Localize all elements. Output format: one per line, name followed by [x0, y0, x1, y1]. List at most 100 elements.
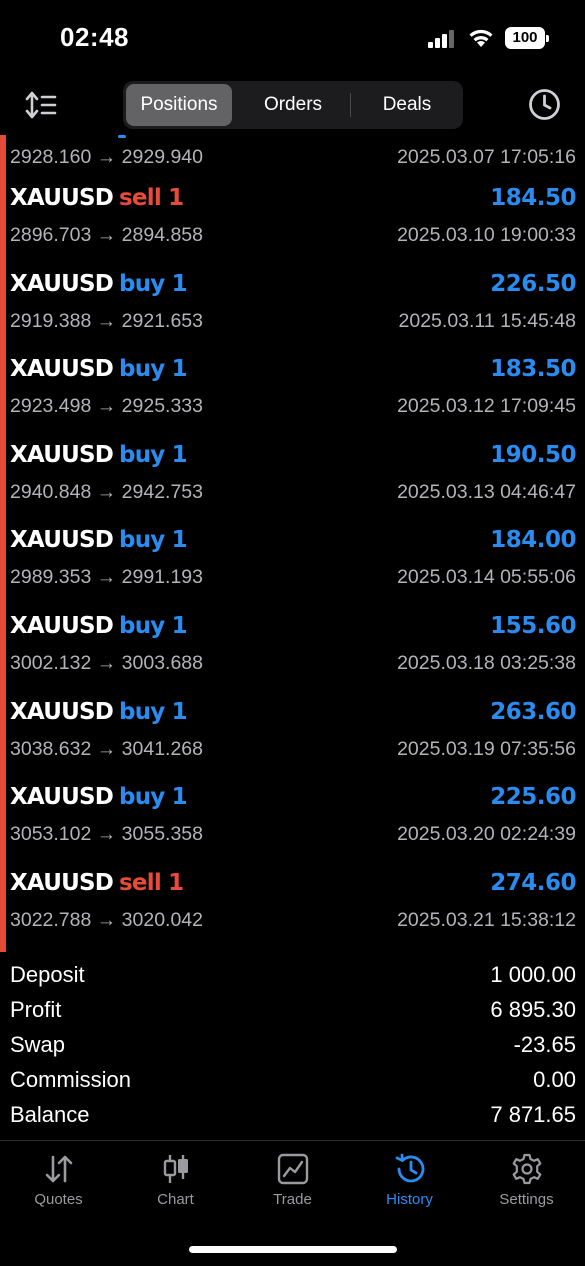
tab-label: History: [386, 1191, 433, 1208]
trade-side: buy 1: [119, 784, 188, 811]
summary-label: Commission: [10, 1067, 132, 1092]
summary-row-deposit: Deposit 1 000.00: [0, 958, 585, 993]
close-time: 2025.03.18 03:25:38: [397, 652, 576, 674]
symbol: XAUUSD: [10, 527, 114, 554]
gear-icon: [512, 1153, 541, 1185]
status-time: 02:48: [60, 22, 129, 52]
tab-positions[interactable]: Positions: [126, 84, 232, 126]
close-time: 2025.03.14 05:55:06: [397, 566, 576, 589]
trade-title: XAUUSD sell 1: [10, 185, 184, 211]
sort-icon[interactable]: [24, 90, 58, 120]
trade-side: buy 1: [119, 441, 188, 468]
list-item[interactable]: XAUUSD buy 1 183.50 2923.498 → 2925.333 2025…: [0, 347, 585, 433]
trade-title: XAUUSD buy 1: [10, 784, 188, 811]
price-range: 2923.498 → 2925.333: [10, 395, 204, 418]
list-item[interactable]: XAUUSD sell 1 184.50 2896.703 → 2894.858 202…: [0, 176, 585, 262]
price-range: 3038.632 → 3041.268: [10, 737, 204, 760]
trade-title: XAUUSD buy 1: [10, 613, 188, 639]
symbol: XAUUSD: [10, 441, 114, 468]
list-item[interactable]: XAUUSD sell 1 274.60 3022.788 → 3020.042 202…: [0, 861, 585, 947]
trade-title: XAUUSD buy 1: [10, 270, 188, 297]
summary-row-balance: Balance 7 871.65: [0, 1098, 585, 1133]
trade-profit: 190.50: [490, 441, 576, 468]
tab-label: Settings: [499, 1191, 554, 1208]
symbol: XAUUSD: [10, 869, 114, 896]
list-item-partial[interactable]: 2928.160 → 2929.940 2025.03.07 17:05:16: [0, 135, 585, 176]
tab-deals[interactable]: Deals: [354, 84, 460, 126]
wifi-icon: [469, 29, 493, 47]
trade-side: buy 1: [119, 270, 188, 297]
list-item[interactable]: XAUUSD buy 1 190.50 2940.848 → 2942.753 2025…: [0, 433, 585, 519]
symbol: XAUUSD: [10, 613, 114, 639]
trade-title: XAUUSD buy 1: [10, 356, 188, 383]
price-range: 2940.848 → 2942.753: [10, 480, 204, 503]
close-time: 2025.03.10 19:00:33: [397, 224, 576, 246]
trade-side: buy 1: [119, 613, 188, 639]
tab-orders[interactable]: Orders: [239, 84, 347, 126]
summary-label: Balance: [10, 1102, 90, 1127]
list-item[interactable]: XAUUSD buy 1 184.00 2989.353 → 2991.193 2025…: [0, 518, 585, 604]
trade-side: sell 1: [119, 869, 184, 896]
summary-row-profit: Profit 6 895.30: [0, 993, 585, 1028]
close-time: 2025.03.07 17:05:16: [397, 146, 576, 168]
close-time: 2025.03.13 04:46:47: [397, 480, 576, 503]
summary-row-swap: Swap -23.65: [0, 1028, 585, 1063]
positions-list: 2928.160 → 2929.940 2025.03.07 17:05:16 …: [0, 135, 585, 953]
history-clock-icon: [395, 1153, 424, 1183]
tab-history[interactable]: History: [351, 1153, 468, 1223]
list-item[interactable]: XAUUSD buy 1 225.60 3053.102 → 3055.358 2025…: [0, 775, 585, 861]
summary-value: 1 000.00: [490, 962, 576, 987]
trade-chart-icon: [277, 1153, 308, 1185]
trade-profit: 184.50: [490, 185, 576, 211]
tab-chart[interactable]: Chart: [117, 1153, 234, 1223]
price-range: 2928.160 → 2929.940: [10, 146, 204, 168]
tab-quotes[interactable]: Quotes: [0, 1153, 117, 1223]
partial-side-mark: [118, 135, 126, 138]
trade-profit: 183.50: [490, 356, 576, 383]
status-bar: 02:48 100: [0, 0, 585, 80]
trade-title: XAUUSD buy 1: [10, 527, 188, 554]
trade-side: buy 1: [119, 356, 188, 383]
trade-title: XAUUSD sell 1: [10, 869, 184, 896]
segmented-control: Positions Orders Deals: [123, 81, 463, 129]
summary-label: Profit: [10, 997, 62, 1022]
battery-icon: 100: [505, 27, 549, 49]
close-time: 2025.03.19 07:35:56: [397, 737, 576, 760]
price-range: 2919.388 → 2921.653: [10, 309, 204, 332]
symbol: XAUUSD: [10, 270, 114, 297]
summary-value: 7 871.65: [490, 1102, 576, 1127]
summary-panel: Deposit 1 000.00 Profit 6 895.30 Swap -23.65 C…: [0, 958, 585, 1133]
cellular-signal-icon: [428, 30, 458, 48]
period-clock-icon[interactable]: [528, 88, 561, 121]
close-time: 2025.03.11 15:45:48: [398, 309, 576, 332]
top-nav: Positions Orders Deals: [0, 80, 585, 132]
quotes-arrows-icon: [45, 1155, 72, 1183]
symbol: XAUUSD: [10, 698, 114, 725]
list-item[interactable]: XAUUSD buy 1 226.50 2919.388 → 2921.653 2025…: [0, 262, 585, 348]
price-range: 3002.132 → 3003.688: [10, 652, 204, 674]
summary-label: Swap: [10, 1032, 66, 1057]
summary-label: Deposit: [10, 962, 85, 987]
list-item[interactable]: XAUUSD buy 1 155.60 3002.132 → 3003.688 2025…: [0, 604, 585, 690]
trade-profit: 225.60: [490, 784, 576, 811]
tab-trade[interactable]: Trade: [234, 1153, 351, 1223]
trade-profit: 274.60: [490, 869, 576, 896]
summary-value: 6 895.30: [490, 997, 576, 1022]
trade-profit: 155.60: [490, 613, 576, 639]
trade-profit: 226.50: [490, 270, 576, 297]
trade-side: buy 1: [119, 698, 188, 725]
price-range: 2989.353 → 2991.193: [10, 566, 204, 589]
summary-value: -23.65: [513, 1032, 576, 1057]
symbol: XAUUSD: [10, 356, 114, 383]
trade-profit: 263.60: [490, 698, 576, 725]
symbol: XAUUSD: [10, 784, 114, 811]
price-range: 3022.788 → 3020.042: [10, 908, 204, 931]
candlestick-icon: [163, 1155, 188, 1183]
tab-settings[interactable]: Settings: [468, 1153, 585, 1223]
trade-profit: 184.00: [490, 527, 576, 554]
tab-label: Chart: [157, 1191, 194, 1208]
list-item[interactable]: XAUUSD buy 1 263.60 3038.632 → 3041.268 2025…: [0, 690, 585, 776]
tab-label: Quotes: [34, 1191, 83, 1208]
home-indicator: [189, 1246, 397, 1253]
trade-title: XAUUSD buy 1: [10, 441, 188, 468]
